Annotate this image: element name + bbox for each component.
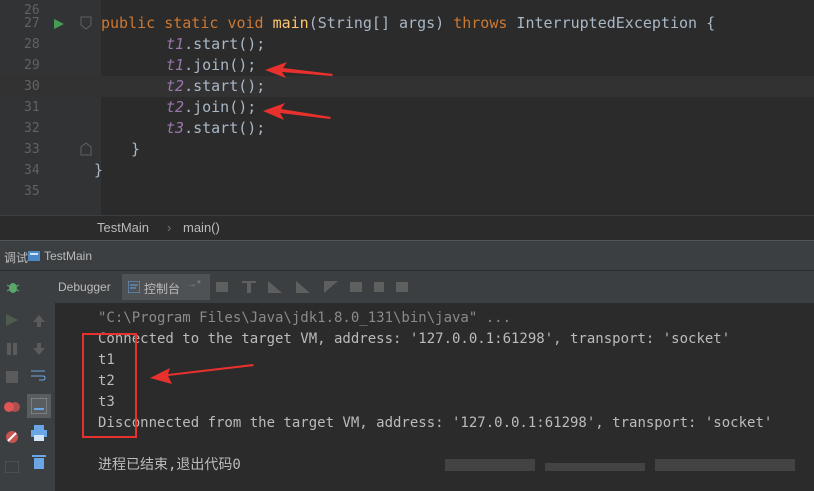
soft-wrap-icon[interactable] xyxy=(31,369,47,383)
settings-icon[interactable] xyxy=(5,461,19,473)
console-icon xyxy=(128,281,140,293)
line-number: 29 xyxy=(24,58,40,73)
watermark-blur xyxy=(445,459,535,471)
code-text: public static void main(String[] args) t… xyxy=(101,14,716,32)
debug-panel-header: 调试 TestMain xyxy=(0,240,814,271)
annotation-box xyxy=(82,333,137,438)
line-number: 35 xyxy=(24,184,40,199)
breadcrumb-method[interactable]: main() xyxy=(183,220,220,235)
resume-icon[interactable] xyxy=(6,314,18,326)
console-line-command: "C:\Program Files\Java\jdk1.8.0_131\bin\… xyxy=(98,310,512,326)
debug-control-strip xyxy=(0,303,24,491)
code-line-35: 35 xyxy=(0,181,814,202)
breakpoints-icon[interactable] xyxy=(4,400,20,414)
up-icon[interactable] xyxy=(33,315,45,327)
pause-icon[interactable] xyxy=(6,343,18,355)
run-config-name[interactable]: TestMain xyxy=(44,249,92,263)
run-icon[interactable] xyxy=(54,19,64,29)
console-tab-label: 控制台 xyxy=(144,282,181,296)
line-number: 32 xyxy=(24,121,40,136)
console-line-exit: 进程已结束,退出代码0 xyxy=(98,457,241,473)
print-icon[interactable] xyxy=(31,425,47,441)
annotation-arrow xyxy=(150,364,254,384)
code-line-29: 29 t1.join(); xyxy=(0,55,814,76)
code-text: t1.start(); xyxy=(166,35,266,53)
debug-tab-label[interactable]: 调试 xyxy=(4,249,28,266)
trash-icon[interactable] xyxy=(32,453,46,469)
bookmark-icon xyxy=(80,16,92,30)
line-number: 28 xyxy=(24,37,40,52)
line-number: 33 xyxy=(24,142,40,157)
watermark-blur xyxy=(655,459,795,471)
breadcrumb: TestMain › main() xyxy=(0,215,814,241)
down-icon[interactable] xyxy=(33,343,45,355)
bug-icon xyxy=(6,283,20,293)
code-text: } xyxy=(131,140,141,158)
line-number: 34 xyxy=(24,163,40,178)
code-text: t2.start(); xyxy=(166,77,266,95)
breadcrumb-separator: › xyxy=(167,220,172,235)
line-number: 30 xyxy=(24,79,40,94)
fold-icon[interactable] xyxy=(80,142,92,156)
breadcrumb-class[interactable]: TestMain xyxy=(97,220,149,235)
run-config-icon xyxy=(28,251,40,261)
code-text: } xyxy=(94,161,104,179)
code-line-30: 30 t2.start(); xyxy=(0,76,814,97)
code-line-34: 34 } xyxy=(0,160,814,181)
scroll-end-toggle[interactable] xyxy=(27,394,51,418)
code-line-33: 33 } xyxy=(0,139,814,160)
console-line: Connected to the target VM, address: '12… xyxy=(98,331,731,347)
debug-step-icons xyxy=(216,281,408,293)
code-line-32: 32 t3.start(); xyxy=(0,118,814,139)
code-text: t1.join(); xyxy=(166,56,257,74)
tab-console[interactable]: 控制台 →* xyxy=(122,274,210,300)
stop-icon[interactable] xyxy=(6,371,18,383)
scroll-end-icon xyxy=(31,398,47,414)
line-number: 31 xyxy=(24,100,40,115)
console-control-strip xyxy=(24,303,56,491)
annotation-arrow xyxy=(265,62,333,78)
tab-debugger[interactable]: Debugger xyxy=(58,280,111,294)
mute-icon[interactable] xyxy=(5,430,19,444)
pin-tab-icon[interactable]: →* xyxy=(187,279,201,290)
console-line: Disconnected from the target VM, address… xyxy=(98,415,773,431)
annotation-arrow xyxy=(263,103,331,120)
line-number: 27 xyxy=(24,16,40,31)
debug-toolbar: Debugger 控制台 →* xyxy=(0,270,814,305)
watermark-blur xyxy=(545,463,645,471)
code-line-28: 28 t1.start(); xyxy=(0,34,814,55)
code-line-27: 27 public static void main(String[] args… xyxy=(0,13,814,34)
code-line-31: 31 t2.join(); xyxy=(0,97,814,118)
